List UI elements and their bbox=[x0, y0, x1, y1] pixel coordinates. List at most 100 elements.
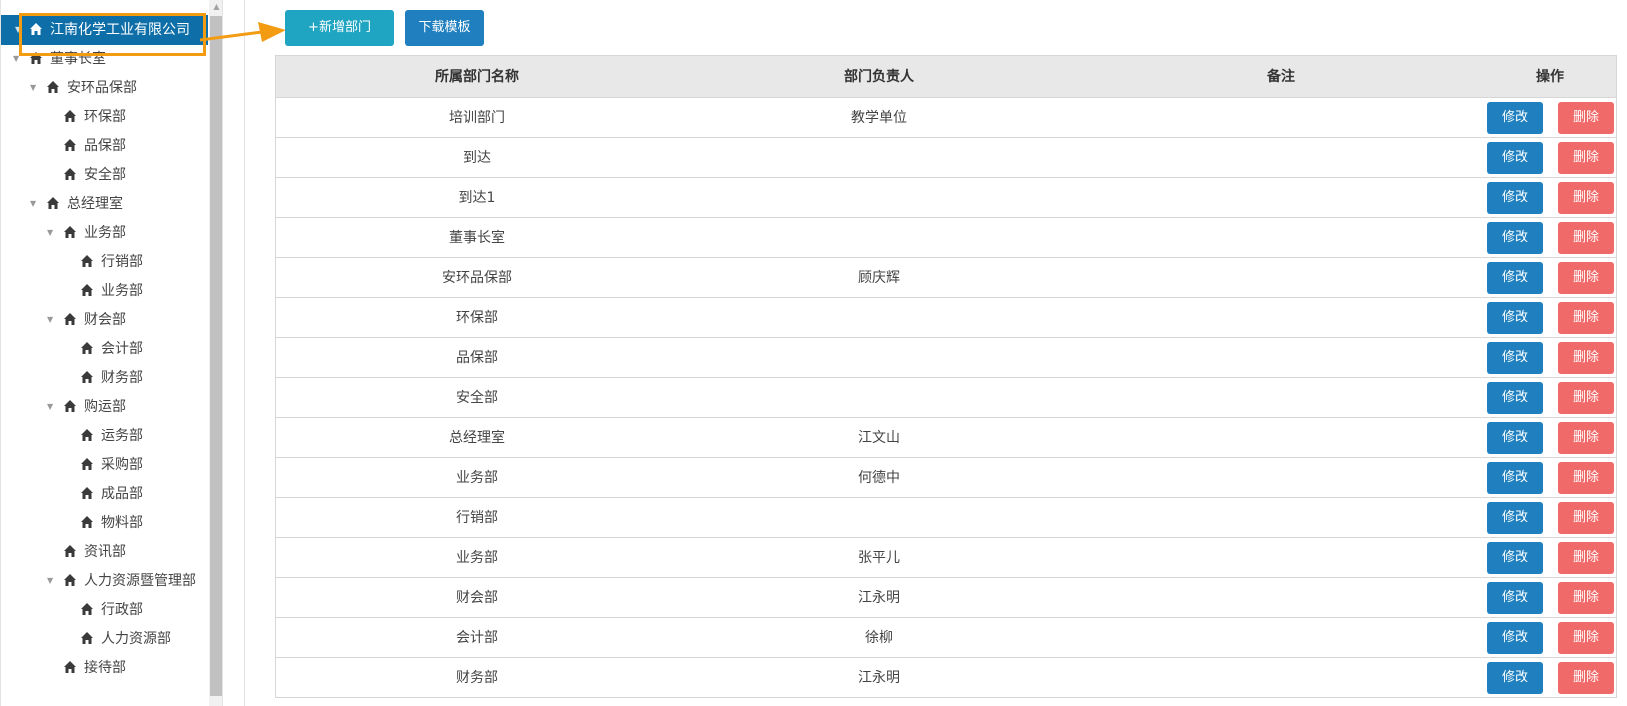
cell-department-name: 环保部 bbox=[456, 310, 498, 326]
delete-button[interactable]: 删除 bbox=[1558, 222, 1614, 254]
cell-department-name: 业务部 bbox=[456, 550, 498, 566]
tree-node-label: 成品部 bbox=[101, 486, 143, 502]
table-row: 财会部 江永明 修改 删除 bbox=[276, 578, 1616, 618]
caret-down-icon[interactable]: ▼ bbox=[47, 392, 53, 422]
panel-divider bbox=[244, 0, 245, 706]
edit-button[interactable]: 修改 bbox=[1487, 542, 1543, 574]
delete-button[interactable]: 删除 bbox=[1558, 582, 1614, 614]
edit-button[interactable]: 修改 bbox=[1487, 662, 1543, 694]
delete-button[interactable]: 删除 bbox=[1558, 422, 1614, 454]
tree-node-root[interactable]: ▼ 江南化学工业有限公司 bbox=[1, 15, 208, 45]
edit-button[interactable]: 修改 bbox=[1487, 142, 1543, 174]
table-row: 到达 修改 删除 bbox=[276, 138, 1616, 178]
tree-node-label: 品保部 bbox=[84, 138, 126, 154]
delete-button[interactable]: 删除 bbox=[1558, 142, 1614, 174]
caret-down-icon[interactable]: ▼ bbox=[30, 73, 36, 103]
tree-node[interactable]: ▼ 安环品保部 bbox=[1, 73, 208, 103]
add-department-button[interactable]: +新增部门 bbox=[285, 10, 394, 46]
delete-button[interactable]: 删除 bbox=[1558, 262, 1614, 294]
edit-button[interactable]: 修改 bbox=[1487, 262, 1543, 294]
table-row: 到达1 修改 删除 bbox=[276, 178, 1616, 218]
home-icon bbox=[63, 167, 77, 181]
tree-node[interactable]: 品保部 bbox=[1, 131, 208, 161]
home-icon bbox=[80, 370, 94, 384]
edit-button[interactable]: 修改 bbox=[1487, 382, 1543, 414]
delete-button[interactable]: 删除 bbox=[1558, 622, 1614, 654]
scrollbar-thumb[interactable] bbox=[210, 16, 222, 696]
tree-node[interactable]: 行政部 bbox=[1, 595, 208, 625]
edit-button[interactable]: 修改 bbox=[1487, 342, 1543, 374]
home-icon bbox=[80, 457, 94, 471]
cell-department-name: 董事长室 bbox=[449, 230, 505, 246]
tree-node[interactable]: 资讯部 bbox=[1, 537, 208, 567]
arrow-up-icon[interactable]: ▲ bbox=[209, 0, 222, 14]
delete-button[interactable]: 删除 bbox=[1558, 502, 1614, 534]
delete-button[interactable]: 删除 bbox=[1558, 462, 1614, 494]
edit-button[interactable]: 修改 bbox=[1487, 182, 1543, 214]
tree-node[interactable]: ▼ 董事长室 bbox=[1, 44, 208, 74]
tree-node-label: 采购部 bbox=[101, 457, 143, 473]
cell-department-leader: 江永明 bbox=[858, 590, 900, 606]
edit-button[interactable]: 修改 bbox=[1487, 462, 1543, 494]
tree-node[interactable]: 会计部 bbox=[1, 334, 208, 364]
tree-node[interactable]: 财务部 bbox=[1, 363, 208, 393]
home-icon bbox=[80, 515, 94, 529]
tree-node[interactable]: 运务部 bbox=[1, 421, 208, 451]
edit-button[interactable]: 修改 bbox=[1487, 622, 1543, 654]
table-row: 培训部门 教学单位 修改 删除 bbox=[276, 98, 1616, 138]
table-body: 培训部门 教学单位 修改 删除 到达 修改 删除 到达1 修改 删除 董事长室 修改 删除 安环品保部 顾庆… bbox=[276, 98, 1616, 698]
caret-down-icon[interactable]: ▼ bbox=[13, 44, 19, 74]
table-row: 业务部 何德中 修改 删除 bbox=[276, 458, 1616, 498]
tree-node[interactable]: 采购部 bbox=[1, 450, 208, 480]
tree-node[interactable]: 人力资源部 bbox=[1, 624, 208, 654]
delete-button[interactable]: 删除 bbox=[1558, 342, 1614, 374]
caret-down-icon[interactable]: ▼ bbox=[47, 305, 53, 335]
tree-node[interactable]: ▼ 总经理室 bbox=[1, 189, 208, 219]
home-icon bbox=[63, 660, 77, 674]
cell-department-name: 安环品保部 bbox=[442, 270, 512, 286]
column-header-note: 备注 bbox=[1267, 69, 1295, 85]
caret-down-icon[interactable]: ▼ bbox=[15, 15, 21, 45]
cell-department-name: 总经理室 bbox=[449, 430, 505, 446]
edit-button[interactable]: 修改 bbox=[1487, 102, 1543, 134]
caret-down-icon[interactable]: ▼ bbox=[47, 218, 53, 248]
tree-node-label: 财务部 bbox=[101, 370, 143, 386]
caret-down-icon[interactable]: ▼ bbox=[30, 189, 36, 219]
cell-department-name: 财务部 bbox=[456, 670, 498, 686]
tree-node[interactable]: 行销部 bbox=[1, 247, 208, 277]
edit-button[interactable]: 修改 bbox=[1487, 582, 1543, 614]
download-template-button[interactable]: 下载模板 bbox=[405, 10, 484, 46]
tree-node-label: 物料部 bbox=[101, 515, 143, 531]
home-icon bbox=[46, 80, 60, 94]
delete-button[interactable]: 删除 bbox=[1558, 182, 1614, 214]
tree-node[interactable]: 环保部 bbox=[1, 102, 208, 132]
caret-down-icon[interactable]: ▼ bbox=[47, 566, 53, 596]
tree-node[interactable]: 物料部 bbox=[1, 508, 208, 538]
edit-button[interactable]: 修改 bbox=[1487, 502, 1543, 534]
home-icon bbox=[63, 109, 77, 123]
tree-node[interactable]: 业务部 bbox=[1, 276, 208, 306]
delete-button[interactable]: 删除 bbox=[1558, 382, 1614, 414]
delete-button[interactable]: 删除 bbox=[1558, 662, 1614, 694]
tree-node[interactable]: 成品部 bbox=[1, 479, 208, 509]
tree-node[interactable]: ▼ 财会部 bbox=[1, 305, 208, 335]
tree-node[interactable]: ▼ 业务部 bbox=[1, 218, 208, 248]
delete-button[interactable]: 删除 bbox=[1558, 102, 1614, 134]
tree-scrollbar[interactable]: ▲ bbox=[209, 0, 222, 706]
home-icon bbox=[63, 399, 77, 413]
tree-node[interactable]: 安全部 bbox=[1, 160, 208, 190]
tree-node[interactable]: ▼ 购运部 bbox=[1, 392, 208, 422]
edit-button[interactable]: 修改 bbox=[1487, 222, 1543, 254]
column-header-name: 所属部门名称 bbox=[435, 69, 519, 85]
department-table: 所属部门名称 部门负责人 备注 操作 培训部门 教学单位 修改 删除 到达 修改 删除 到达1… bbox=[275, 55, 1617, 698]
delete-button[interactable]: 删除 bbox=[1558, 542, 1614, 574]
edit-button[interactable]: 修改 bbox=[1487, 422, 1543, 454]
home-icon bbox=[46, 196, 60, 210]
tree-node[interactable]: ▼ 人力资源暨管理部 bbox=[1, 566, 208, 596]
home-icon bbox=[29, 22, 43, 36]
table-row: 环保部 修改 删除 bbox=[276, 298, 1616, 338]
tree-node[interactable]: 接待部 bbox=[1, 653, 208, 683]
delete-button[interactable]: 删除 bbox=[1558, 302, 1614, 334]
tree-node-label: 财会部 bbox=[84, 312, 126, 328]
edit-button[interactable]: 修改 bbox=[1487, 302, 1543, 334]
